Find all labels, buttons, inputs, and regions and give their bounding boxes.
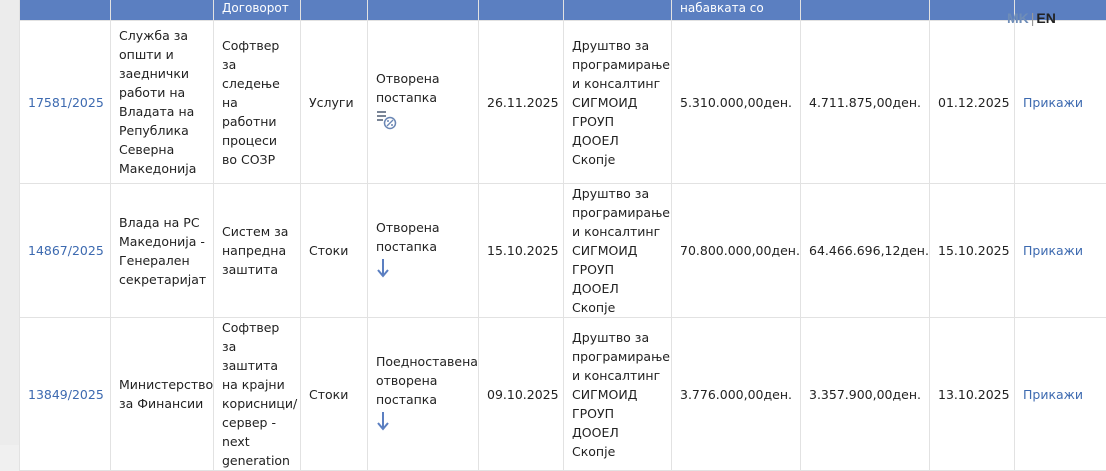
- procedure-label: Поедноставена отворена постапка: [376, 354, 478, 407]
- supplier-cell: Друштво за програмирање и консалтинг СИГ…: [564, 21, 672, 184]
- header-cell-institution: [111, 0, 214, 21]
- supplier-cell: Друштво за програмирање и консалтинг СИГ…: [564, 184, 672, 318]
- date-published-cell: 15.10.2025: [479, 184, 564, 318]
- language-switcher: MK|EN: [1007, 10, 1056, 26]
- date-contract-cell: 13.10.2025: [930, 318, 1015, 471]
- type-cell: Стоки: [301, 184, 368, 318]
- institution-cell: Министерство за Финансии: [111, 318, 214, 471]
- estimated-value-cell: 5.310.000,00ден.: [672, 21, 801, 184]
- subject-cell: Софтвер за заштита на крајни корисници/ …: [214, 318, 301, 471]
- procedure-label: Отворена постапка: [376, 71, 440, 105]
- language-mk-link[interactable]: MK: [1007, 10, 1029, 26]
- language-separator: |: [1031, 10, 1035, 26]
- institution-cell: Служба за општи и заеднички работи на Вл…: [111, 21, 214, 184]
- left-margin: [0, 0, 19, 445]
- show-link[interactable]: Прикажи: [1023, 387, 1083, 402]
- dossier-id-link[interactable]: 17581/2025: [28, 95, 104, 110]
- header-cell-id: [20, 0, 111, 21]
- contract-value-cell: 4.711.875,00ден.: [801, 21, 930, 184]
- table-row: 13849/2025 Министерство за Финансии Софт…: [20, 318, 1106, 471]
- procedure-cell: Поедноставена отворена постапка: [368, 318, 479, 471]
- header-cell-estimated-value: набавката со ДДВ: [672, 0, 801, 21]
- date-published-cell: 09.10.2025: [479, 318, 564, 471]
- dossier-id-link[interactable]: 13849/2025: [28, 387, 104, 402]
- header-cell-procedure: [368, 0, 479, 21]
- table-row: 17581/2025 Служба за општи и заеднички р…: [20, 21, 1106, 184]
- contract-value-cell: 64.466.696,12ден.: [801, 184, 930, 318]
- arrow-down-icon: [376, 411, 470, 436]
- header-cell-subject: Договорот: [214, 0, 301, 21]
- estimated-value-cell: 3.776.000,00ден.: [672, 318, 801, 471]
- percent-tag-icon: [376, 109, 470, 136]
- procedure-cell: Отворена постапка: [368, 21, 479, 184]
- contract-value-cell: 3.357.900,00ден.: [801, 318, 930, 471]
- header-cell-supplier: [564, 0, 672, 21]
- type-cell: Стоки: [301, 318, 368, 471]
- contracts-table: Договорот набавката со ДДВ 17581/2025 Сл…: [19, 0, 1106, 471]
- date-published-cell: 26.11.2025: [479, 21, 564, 184]
- estimated-value-cell: 70.800.000,00ден.: [672, 184, 801, 318]
- date-contract-cell: 15.10.2025: [930, 184, 1015, 318]
- type-cell: Услуги: [301, 21, 368, 184]
- arrow-down-icon: [376, 258, 470, 283]
- procedure-label: Отворена постапка: [376, 220, 440, 254]
- header-cell-date-contract: [930, 0, 1015, 21]
- subject-cell: Систем за напредна заштита: [214, 184, 301, 318]
- header-cell-type: [301, 0, 368, 21]
- date-contract-cell: 01.12.2025: [930, 21, 1015, 184]
- table-header-row: Договорот набавката со ДДВ: [20, 0, 1106, 21]
- table-row: 14867/2025 Влада на РС Македонија - Гене…: [20, 184, 1106, 318]
- procedure-cell: Отворена постапка: [368, 184, 479, 318]
- subject-cell: Софтвер за следење на работни процеси во…: [214, 21, 301, 184]
- show-link[interactable]: Прикажи: [1023, 243, 1083, 258]
- header-cell-date-published: [479, 0, 564, 21]
- show-link[interactable]: Прикажи: [1023, 95, 1083, 110]
- supplier-cell: Друштво за програмирање и консалтинг СИГ…: [564, 318, 672, 471]
- dossier-id-link[interactable]: 14867/2025: [28, 243, 104, 258]
- language-en-link[interactable]: EN: [1036, 10, 1055, 26]
- header-cell-contract-value: [801, 0, 930, 21]
- institution-cell: Влада на РС Македонија - Генерален секре…: [111, 184, 214, 318]
